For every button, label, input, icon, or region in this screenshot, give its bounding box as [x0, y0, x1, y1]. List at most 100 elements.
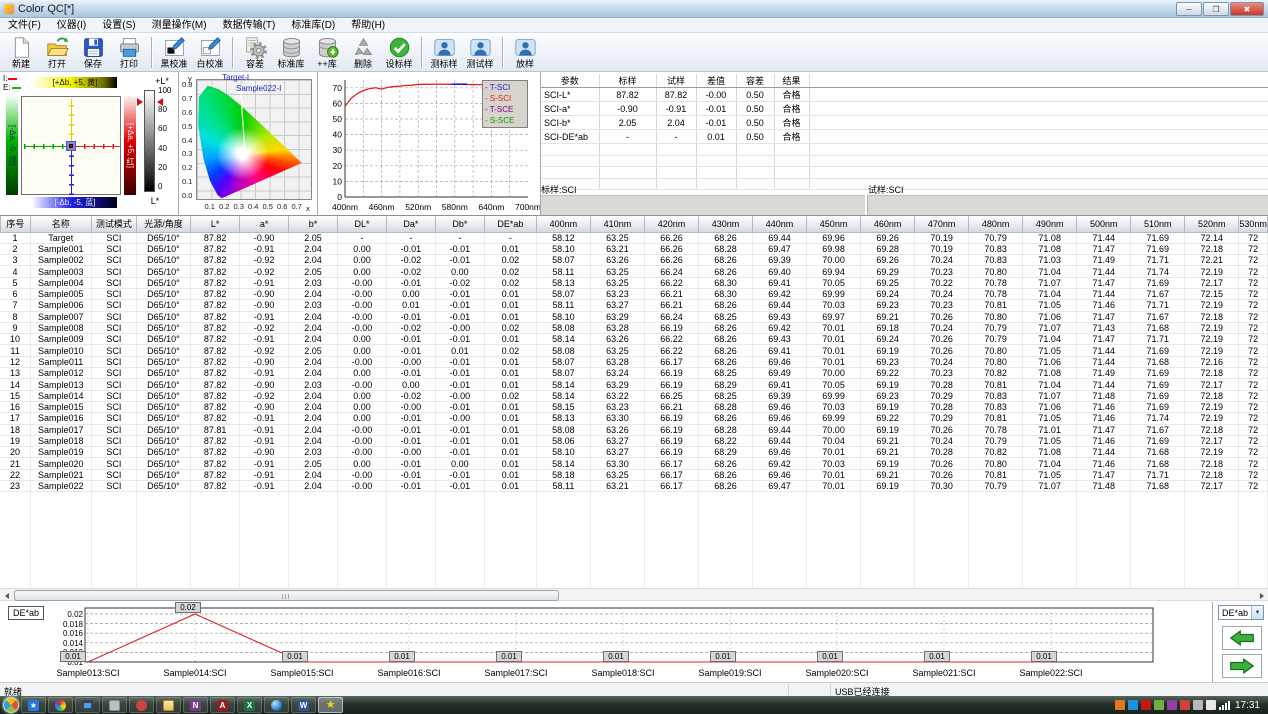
menu-item-1[interactable]: 仪器(I) [49, 19, 94, 33]
param-row[interactable]: SCI-a*-0.90-0.91-0.010.50合格 [541, 102, 1268, 116]
toolbar-button-++库[interactable]: ++库 [309, 34, 345, 71]
table-cell: 87.82 [191, 390, 240, 401]
delta-ab-plot[interactable] [21, 96, 121, 195]
toolbar-button-设标样[interactable]: 设标样 [381, 34, 417, 71]
close-button[interactable]: ✖ [1230, 2, 1264, 16]
network-icon[interactable] [1219, 701, 1231, 710]
toolbar-button-删除[interactable]: 删除 [345, 34, 381, 71]
menu-item-2[interactable]: 设置(S) [94, 19, 143, 33]
table-row[interactable]: 18Sample017SCID65/10°87.81-0.912.04-0.00… [1, 424, 1268, 435]
cie-x-tick: 0.4 [248, 202, 258, 211]
scroll-right-arrow[interactable] [1255, 590, 1268, 601]
taskbar-app-red-app[interactable] [129, 697, 154, 713]
taskbar-app-word[interactable]: W [291, 697, 316, 713]
table-row[interactable]: 11Sample010SCID65/10°87.82-0.922.050.00-… [1, 345, 1268, 356]
table-row[interactable]: 2Sample001SCID65/10°87.82-0.912.040.00-0… [1, 243, 1268, 254]
tray-icon-7[interactable] [1206, 700, 1216, 710]
toolbar-button-黑校准[interactable]: 黑校准 [156, 34, 192, 71]
table-cell: 0.02 [484, 277, 536, 288]
table-row[interactable]: 14Sample013SCID65/10°87.82-0.902.03-0.00… [1, 379, 1268, 390]
restore-button[interactable]: ❐ [1203, 2, 1229, 16]
tray-icon-1[interactable] [1128, 700, 1138, 710]
toolbar-button-容差[interactable]: 容差 [237, 34, 273, 71]
tray-icon-5[interactable] [1180, 700, 1190, 710]
table-row[interactable]: 12Sample011SCID65/10°87.82-0.902.04-0.00… [1, 356, 1268, 367]
taskbar-app-onenote[interactable]: N [183, 697, 208, 713]
toolbar-button-新建[interactable]: 新建 [3, 34, 39, 71]
toolbar-button-打开[interactable]: 打开 [39, 34, 75, 71]
table-row[interactable]: 10Sample009SCID65/10°87.82-0.912.040.00-… [1, 334, 1268, 345]
table-row[interactable]: 6Sample005SCID65/10°87.82-0.902.04-0.000… [1, 288, 1268, 299]
menu-item-0[interactable]: 文件(F) [0, 19, 49, 33]
open-folder-icon [46, 36, 69, 59]
table-row[interactable]: 3Sample002SCID65/10°87.82-0.922.040.00-0… [1, 255, 1268, 266]
toolbar-button-白校准[interactable]: 白校准 [192, 34, 228, 71]
table-row[interactable]: 15Sample014SCID65/10°87.82-0.922.040.00-… [1, 390, 1268, 401]
toolbar-button-测试样[interactable]: 测试样 [462, 34, 498, 71]
taskbar-app-color-wheel[interactable] [48, 697, 73, 713]
taskbar-app-shield-star[interactable]: ★ [21, 697, 46, 713]
table-row[interactable]: 16Sample015SCID65/10°87.82-0.902.040.00-… [1, 401, 1268, 412]
table-cell: 69.40 [753, 266, 807, 277]
table-cell: 72 [1239, 322, 1268, 333]
tray-icon-6[interactable] [1193, 700, 1203, 710]
next-sample-button[interactable] [1222, 654, 1262, 678]
param-row[interactable]: SCI-L*87.8287.82-0.000.50合格 [541, 88, 1268, 102]
param-row[interactable]: SCI-DE*ab--0.010.50合格 [541, 130, 1268, 144]
table-cell: 2.03 [289, 300, 338, 311]
taskbar-app-folder[interactable] [156, 697, 181, 713]
trend-metric-dropdown[interactable]: DE*ab ▼ [1218, 605, 1264, 620]
table-row[interactable]: 4Sample003SCID65/10°87.82-0.922.050.00-0… [1, 266, 1268, 277]
toolbar-button-保存[interactable]: 保存 [75, 34, 111, 71]
table-row[interactable]: 23Sample022SCID65/10°87.82-0.912.04-0.00… [1, 481, 1268, 492]
chevron-down-icon[interactable]: ▼ [1251, 606, 1263, 619]
menu-item-4[interactable]: 数据传输(T) [215, 19, 284, 33]
table-row[interactable]: 7Sample006SCID65/10°87.82-0.902.03-0.000… [1, 300, 1268, 311]
table-row[interactable]: 13Sample012SCID65/10°87.82-0.912.040.00-… [1, 368, 1268, 379]
table-cell: -0.01 [386, 424, 435, 435]
table-row[interactable]: 22Sample021SCID65/10°87.82-0.912.04-0.00… [1, 469, 1268, 480]
menu-item-5[interactable]: 标准库(D) [283, 19, 343, 33]
cie-chromaticity-diagram[interactable] [196, 79, 312, 200]
toolbar-button-标准库[interactable]: 标准库 [273, 34, 309, 71]
toolbar-button-打印[interactable]: 打印 [111, 34, 147, 71]
menu-item-6[interactable]: 帮助(H) [343, 19, 393, 33]
scroll-thumb[interactable] [14, 590, 559, 601]
table-cell: 87.82 [191, 379, 240, 390]
table-cell: 72 [1239, 413, 1268, 424]
table-cell: 58.14 [536, 334, 590, 345]
taskbar-app-excel[interactable]: X [237, 697, 262, 713]
start-button[interactable] [3, 697, 19, 713]
table-cell: 70.79 [969, 232, 1023, 243]
taskbar-app-sphere[interactable] [264, 697, 289, 713]
taskbar-app-star-active[interactable]: ★ [318, 697, 343, 713]
minimize-button[interactable]: ─ [1176, 2, 1202, 16]
table-cell: 68.22 [698, 435, 752, 446]
previous-sample-button[interactable] [1222, 626, 1262, 650]
tray-icon-4[interactable] [1167, 700, 1177, 710]
table-row[interactable]: 9Sample008SCID65/10°87.82-0.922.04-0.00-… [1, 322, 1268, 333]
taskbar-app-display[interactable] [75, 697, 100, 713]
table-cell: SCI [92, 243, 137, 254]
tray-icon-2[interactable] [1141, 700, 1151, 710]
table-row[interactable]: 8Sample007SCID65/10°87.82-0.912.04-0.00-… [1, 311, 1268, 322]
table-cell: -0.90 [240, 379, 289, 390]
param-row[interactable]: SCI-b*2.052.04-0.010.50合格 [541, 116, 1268, 130]
toolbar-button-测标样[interactable]: 测标样 [426, 34, 462, 71]
horizontal-scrollbar[interactable] [0, 588, 1268, 601]
table-cell: 72.18 [1185, 424, 1239, 435]
table-row[interactable]: 19Sample018SCID65/10°87.82-0.912.04-0.00… [1, 435, 1268, 446]
scroll-left-arrow[interactable] [0, 590, 13, 601]
table-row[interactable]: 21Sample020SCID65/10°87.82-0.912.050.00-… [1, 458, 1268, 469]
table-row[interactable]: 5Sample004SCID65/10°87.82-0.912.03-0.00-… [1, 277, 1268, 288]
tray-icon-3[interactable] [1154, 700, 1164, 710]
taskbar-clock[interactable]: 17:31 [1235, 700, 1260, 711]
taskbar-app-adobe[interactable]: A [210, 697, 235, 713]
toolbar-button-放样[interactable]: 放样 [507, 34, 543, 71]
menu-item-3[interactable]: 测量操作(M) [144, 19, 215, 33]
tray-icon-0[interactable] [1115, 700, 1125, 710]
table-row[interactable]: 20Sample019SCID65/10°87.82-0.902.03-0.00… [1, 447, 1268, 458]
table-row[interactable]: 17Sample016SCID65/10°87.82-0.912.040.00-… [1, 413, 1268, 424]
table-row[interactable]: 1TargetSCID65/10°87.82-0.902.05----58.12… [1, 232, 1268, 243]
taskbar-app-grey-app[interactable] [102, 697, 127, 713]
